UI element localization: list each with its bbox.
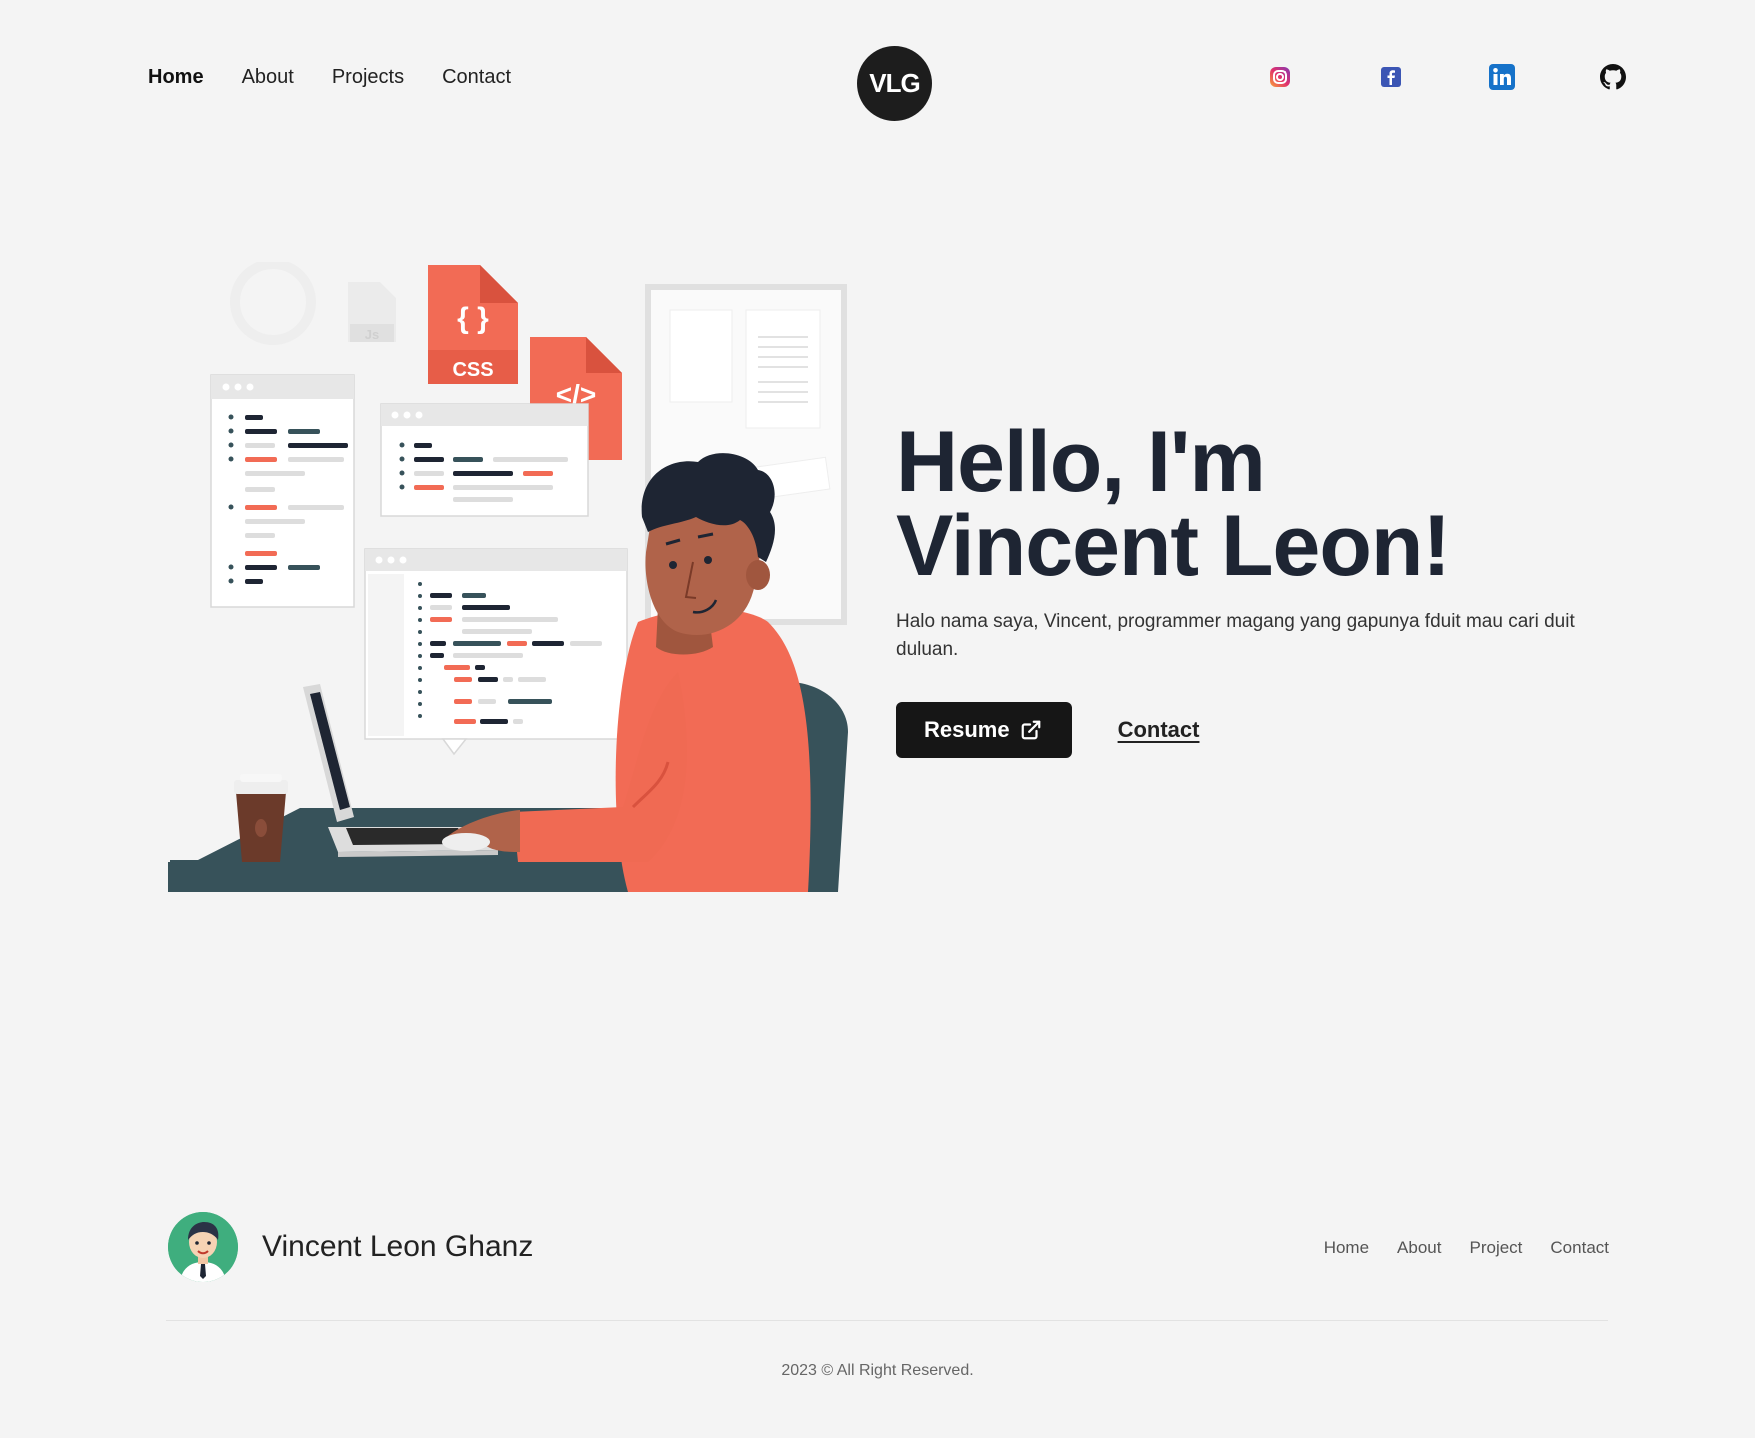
linkedin-icon[interactable] xyxy=(1487,62,1517,92)
code-window-left xyxy=(210,374,355,608)
footer-name: Vincent Leon Ghanz xyxy=(262,1230,534,1263)
footer-divider xyxy=(166,1320,1608,1321)
coffee-cup-icon xyxy=(234,774,288,862)
contact-link[interactable]: Contact xyxy=(1118,717,1200,743)
hero-title-line1: Hello, I'm xyxy=(896,414,1266,510)
hero-section: Hello, I'm Vincent Leon! Halo nama saya,… xyxy=(896,419,1616,758)
resume-button-label: Resume xyxy=(924,717,1010,742)
resume-button[interactable]: Resume xyxy=(896,702,1072,758)
external-link-icon xyxy=(1021,720,1040,740)
footer-links: Home About Project Contact xyxy=(1324,1238,1609,1258)
hero-title-line2: Vincent Leon! xyxy=(896,498,1451,594)
footer-link-about[interactable]: About xyxy=(1397,1238,1441,1258)
hero-title: Hello, I'm Vincent Leon! xyxy=(896,419,1616,589)
svg-text:CSS: CSS xyxy=(452,359,493,381)
footer-link-project[interactable]: Project xyxy=(1469,1238,1522,1258)
gear-decor-icon xyxy=(230,259,316,345)
code-window-bottom xyxy=(364,548,628,756)
css-file-icon: { } CSS xyxy=(428,265,518,384)
instagram-icon[interactable] xyxy=(1265,62,1295,92)
hero-subtitle: Halo nama saya, Vincent, programmer maga… xyxy=(896,611,1575,660)
main-nav-links: Home About Projects Contact xyxy=(148,66,511,89)
footer-link-home[interactable]: Home xyxy=(1324,1238,1369,1258)
github-icon[interactable] xyxy=(1598,62,1628,92)
nav-link-contact[interactable]: Contact xyxy=(442,66,511,89)
social-links xyxy=(1265,62,1628,92)
facebook-icon[interactable] xyxy=(1376,62,1406,92)
code-window-middle xyxy=(380,403,589,517)
nav-link-home[interactable]: Home xyxy=(148,66,204,89)
hero-actions: Resume Contact xyxy=(896,702,1616,758)
svg-text:{ }: { } xyxy=(457,302,489,335)
footer-link-contact[interactable]: Contact xyxy=(1550,1238,1609,1258)
js-label: Js xyxy=(365,327,379,342)
top-nav: Home About Projects Contact VLG xyxy=(0,0,1755,160)
nav-link-projects[interactable]: Projects xyxy=(332,66,404,89)
avatar xyxy=(168,1212,238,1282)
nav-link-about[interactable]: About xyxy=(242,66,294,89)
footer-brand: Vincent Leon Ghanz xyxy=(168,1212,533,1282)
site-logo[interactable]: VLG xyxy=(857,46,932,121)
hero-illustration: Js { } CSS </> xyxy=(168,259,848,892)
copyright-text: 2023 © All Right Reserved. xyxy=(781,1362,974,1379)
